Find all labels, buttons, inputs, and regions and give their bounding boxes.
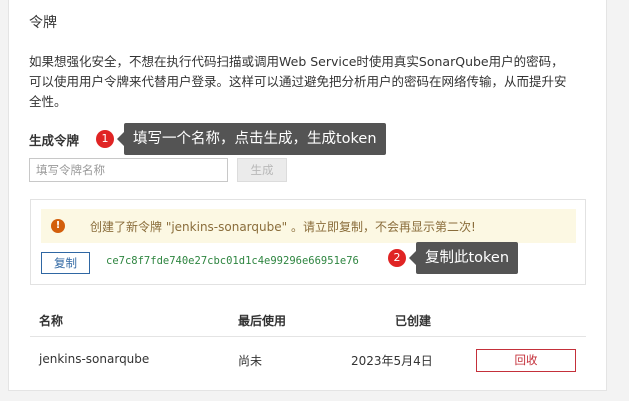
token-name-cell: jenkins-sonarqube [39,352,150,366]
annotation-badge-1: 1 [96,130,114,148]
table-divider [30,336,586,337]
section-description: 如果想强化安全，不想在执行代码扫描或调用Web Service时使用真实Sona… [29,54,567,109]
warning-text: 创建了新令牌 "jenkins-sonarqube" 。请立即复制，不会再显示第… [90,220,476,234]
tokens-panel: 令牌 如果想强化安全，不想在执行代码扫描或调用Web Service时使用真实S… [8,0,607,391]
generate-token-label: 生成令牌 [29,133,80,148]
warning-icon: ! [51,219,65,233]
revoke-button[interactable]: 回收 [476,349,576,372]
column-header-name: 名称 [39,314,64,328]
last-used-cell: 尚未 [238,354,263,368]
created-cell: 2023年5月4日 [351,354,433,368]
copy-button[interactable]: 复制 [41,252,90,274]
annotation-tooltip-2: 复制此token [408,242,519,274]
section-title: 令牌 [29,15,57,31]
token-value: ce7c8f7fde740e27cbc01d1c4e99296e66951e76 [106,255,359,267]
column-header-last-used: 最后使用 [238,314,287,328]
generate-button[interactable]: 生成 [237,158,287,182]
annotation-badge-2: 2 [388,249,406,267]
column-header-created: 已创建 [395,314,432,328]
token-name-input[interactable]: 填写令牌名称 [29,158,228,182]
warning-alert: ! 创建了新令牌 "jenkins-sonarqube" 。请立即复制，不会再显… [41,209,576,243]
annotation-tooltip-1: 填写一个名称，点击生成，生成token [117,123,386,155]
